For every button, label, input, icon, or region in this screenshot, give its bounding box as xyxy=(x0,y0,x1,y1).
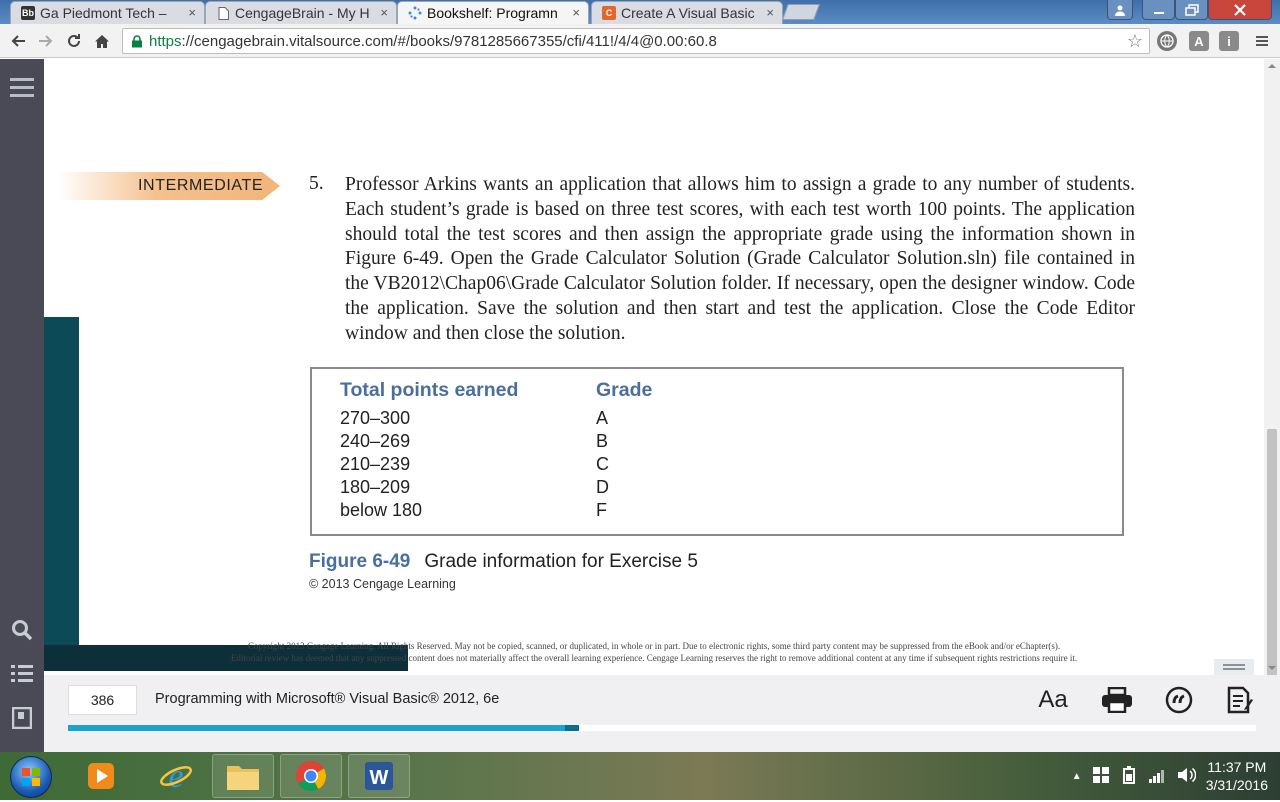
forward-button[interactable] xyxy=(34,29,58,53)
clock-time: 11:37 PM xyxy=(1207,759,1267,775)
extension-a-icon[interactable]: A xyxy=(1189,31,1209,51)
notes-icon[interactable] xyxy=(1224,685,1256,715)
figure-copyright: © 2013 Cengage Learning xyxy=(309,577,456,591)
tab-bookshelf[interactable]: Bookshelf: Programn × xyxy=(397,1,589,24)
tab-title: Bookshelf: Programn xyxy=(427,5,558,21)
legal-line-1: Copyright 2013 Cengage Learning. All Rig… xyxy=(247,641,1061,651)
extension-globe-icon[interactable] xyxy=(1157,31,1177,51)
network-signal-icon[interactable] xyxy=(1148,767,1166,786)
title-bar: Bb Ga Piedmont Tech – × CengageBrain - M… xyxy=(0,0,1280,24)
chrome-icon[interactable] xyxy=(280,754,342,798)
tab-ga-piedmont[interactable]: Bb Ga Piedmont Tech – × xyxy=(10,1,205,24)
reading-progress-handle[interactable] xyxy=(564,725,579,731)
spinner-icon xyxy=(408,6,422,20)
difficulty-badge: INTERMEDIATE xyxy=(58,172,280,200)
table-cell-grade: D xyxy=(596,477,609,497)
back-button[interactable] xyxy=(6,29,30,53)
book-page: INTERMEDIATE 5. Professor Arkins wants a… xyxy=(44,59,1264,675)
reader-left-rail xyxy=(0,59,44,752)
file-explorer-icon[interactable] xyxy=(212,754,274,798)
address-bar[interactable]: https://cengagebrain.vitalsource.com/#/b… xyxy=(122,28,1150,54)
chrome-menu-icon[interactable] xyxy=(1250,29,1274,53)
exercise-number: 5. xyxy=(309,173,324,194)
word-icon[interactable]: W xyxy=(348,754,410,798)
column-header-points: Total points earned xyxy=(340,379,519,401)
legal-line-2: Editorial review has deemed that any sup… xyxy=(230,653,1078,663)
volume-icon[interactable] xyxy=(1176,766,1196,787)
table-cell-points: 180–209 xyxy=(340,477,411,497)
svg-text:e: e xyxy=(168,758,183,794)
reader-bottom-bar: 386 Programming with Microsoft® Visual B… xyxy=(44,675,1280,752)
home-button[interactable] xyxy=(90,29,114,53)
column-header-grade: Grade xyxy=(596,379,653,401)
scroll-down-icon[interactable] xyxy=(1264,663,1280,673)
print-icon[interactable] xyxy=(1101,685,1133,715)
close-tab-icon[interactable]: × xyxy=(380,2,388,24)
system-tray: ▲ 11:37 PM 3/31/2016 xyxy=(1072,752,1268,800)
bookmark-star-icon[interactable]: ☆ xyxy=(1127,31,1143,52)
table-cell-points: 210–239 xyxy=(340,454,411,474)
reading-progress-fill xyxy=(68,725,579,731)
tab-cengagebrain[interactable]: CengageBrain - My H × xyxy=(205,1,397,24)
battery-icon[interactable] xyxy=(1120,765,1138,787)
restore-button[interactable] xyxy=(1175,0,1208,20)
svg-text:W: W xyxy=(370,767,389,789)
minimize-button[interactable] xyxy=(1142,0,1175,20)
figure-caption-text: Grade information for Exercise 5 xyxy=(424,551,698,572)
menu-icon[interactable] xyxy=(10,75,34,99)
document-icon xyxy=(216,6,230,20)
page-menu-icon[interactable] xyxy=(1214,659,1254,675)
extension-info-icon[interactable]: i xyxy=(1219,31,1239,51)
table-cell-grade: A xyxy=(596,408,609,428)
grade-table: Total points earned Grade 270–300 A 240–… xyxy=(310,367,1124,536)
new-tab-button[interactable] xyxy=(782,4,820,20)
tab-title: CengageBrain - My H xyxy=(235,5,370,21)
tab-title: Ga Piedmont Tech – xyxy=(40,5,167,21)
difficulty-label: INTERMEDIATE xyxy=(138,177,264,194)
cengage-icon: C xyxy=(602,6,616,20)
book-title: Programming with Microsoft® Visual Basic… xyxy=(155,691,500,707)
blackboard-icon: Bb xyxy=(21,6,35,20)
legal-notice: Copyright 2013 Cengage Learning. All Rig… xyxy=(184,640,1124,664)
table-cell-points: below 180 xyxy=(340,500,423,520)
browser-toolbar: https://cengagebrain.vitalsource.com/#/b… xyxy=(0,24,1280,58)
font-settings-button[interactable]: Aa xyxy=(1037,685,1069,715)
tab-title: Create A Visual Basic xyxy=(621,5,755,21)
start-button[interactable] xyxy=(10,756,52,798)
citation-icon[interactable] xyxy=(1163,685,1195,715)
contents-list-icon[interactable] xyxy=(10,662,34,686)
lock-icon xyxy=(131,35,143,48)
search-icon[interactable] xyxy=(10,618,34,642)
exercise-text: Professor Arkins wants an application th… xyxy=(345,174,1135,344)
close-window-button[interactable] xyxy=(1208,0,1272,20)
url-text: ://cengagebrain.vitalsource.com/#/books/… xyxy=(181,32,717,50)
table-cell-grade: C xyxy=(596,454,609,474)
action-center-icon[interactable] xyxy=(1092,766,1110,787)
close-tab-icon[interactable]: × xyxy=(572,2,580,24)
windows-taskbar: e W ▲ 11:37 PM 3/31/2016 xyxy=(0,752,1280,800)
system-clock[interactable]: 11:37 PM 3/31/2016 xyxy=(1206,758,1268,794)
bookmark-panel-icon[interactable] xyxy=(10,706,34,730)
show-hidden-icons-icon[interactable]: ▲ xyxy=(1072,771,1082,782)
close-tab-icon[interactable]: × xyxy=(188,2,196,24)
scroll-up-icon[interactable] xyxy=(1264,61,1280,71)
page-number-field[interactable]: 386 xyxy=(68,685,137,715)
figure-caption: Figure 6-49 Grade information for Exercis… xyxy=(309,551,698,573)
page-scrollbar[interactable] xyxy=(1264,59,1280,719)
figure-number: Figure 6-49 xyxy=(309,551,411,572)
margin-decoration xyxy=(44,317,79,669)
reload-button[interactable] xyxy=(62,29,86,53)
table-cell-points: 240–269 xyxy=(340,431,411,451)
internet-explorer-icon[interactable]: e xyxy=(145,754,207,798)
table-cell-points: 270–300 xyxy=(340,408,411,428)
user-profile-icon[interactable] xyxy=(1107,0,1133,20)
tab-create-visual-basic[interactable]: C Create A Visual Basic × xyxy=(591,1,783,24)
media-player-icon[interactable] xyxy=(70,754,132,798)
table-cell-grade: B xyxy=(596,431,609,451)
close-tab-icon[interactable]: × xyxy=(766,2,774,24)
reading-progress-bar[interactable] xyxy=(68,725,1256,731)
table-cell-grade: F xyxy=(596,500,607,520)
clock-date: 3/31/2016 xyxy=(1205,777,1268,793)
url-scheme: https xyxy=(149,32,182,50)
